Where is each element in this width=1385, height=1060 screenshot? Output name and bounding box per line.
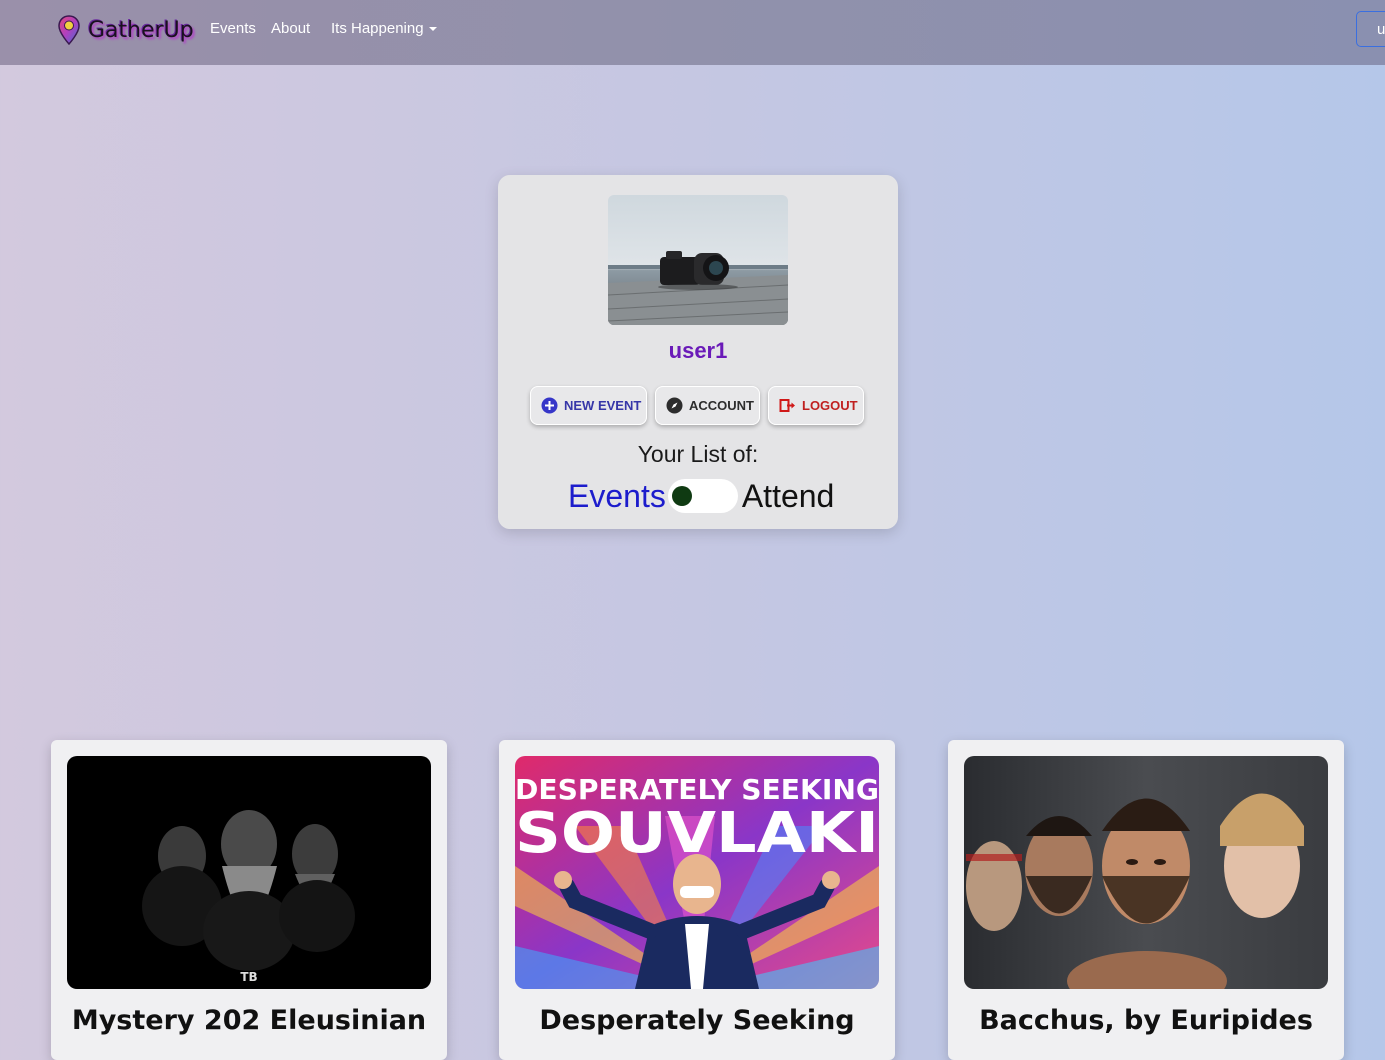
profile-card: user1 NEW EVENT ACCOUNT LOGOUT Your List… bbox=[498, 175, 898, 529]
event-image: TB bbox=[67, 756, 431, 989]
event-title: Mystery 202 Eleusinian bbox=[71, 1005, 427, 1036]
band-photo-image: TB bbox=[67, 756, 431, 989]
location-pin-icon bbox=[58, 15, 80, 45]
account-label: ACCOUNT bbox=[689, 398, 754, 413]
event-card[interactable]: TB Mystery 202 Eleusinian bbox=[51, 740, 447, 1060]
event-title: Desperately Seeking bbox=[539, 1005, 855, 1036]
profile-username: user1 bbox=[668, 338, 728, 363]
profile-photo bbox=[608, 195, 788, 325]
new-event-button[interactable]: NEW EVENT bbox=[530, 386, 647, 425]
account-button[interactable]: ACCOUNT bbox=[655, 386, 760, 425]
souvlaki-poster-image: DESPERATELY SEEKING SOUVLAKI bbox=[515, 756, 879, 989]
event-card[interactable]: DESPERATELY SEEKING SOUVLAKI Desperately… bbox=[499, 740, 895, 1060]
toggle-events-label: Events bbox=[568, 477, 666, 514]
navbar: GatherUp Events About Its Happening u bbox=[0, 0, 1385, 65]
nav-its-happening-label: Its Happening bbox=[331, 20, 424, 37]
list-toggle: Events Attend bbox=[568, 476, 834, 516]
event-image bbox=[964, 756, 1328, 989]
logout-label: LOGOUT bbox=[802, 398, 858, 413]
event-image: DESPERATELY SEEKING SOUVLAKI bbox=[515, 756, 879, 989]
logout-icon bbox=[779, 399, 795, 412]
nav-its-happening-dropdown[interactable]: Its Happening bbox=[331, 20, 437, 37]
chevron-down-icon bbox=[428, 27, 437, 32]
brand-logo[interactable]: GatherUp bbox=[58, 12, 194, 48]
camera-photo-image bbox=[608, 195, 788, 325]
logout-button[interactable]: LOGOUT bbox=[768, 386, 864, 425]
new-event-label: NEW EVENT bbox=[564, 398, 642, 413]
svg-text:TB: TB bbox=[240, 970, 257, 984]
toggle-attend-label: Attend bbox=[741, 477, 835, 514]
events-attend-toggle-switch[interactable] bbox=[667, 479, 738, 513]
nav-about-link[interactable]: About bbox=[271, 20, 310, 37]
nav-events-link[interactable]: Events bbox=[210, 20, 256, 37]
bacchus-cast-photo-image bbox=[964, 756, 1328, 989]
plus-circle-icon bbox=[541, 397, 558, 414]
compass-icon bbox=[666, 397, 683, 414]
user-menu-button[interactable]: u bbox=[1356, 11, 1385, 47]
event-card[interactable]: Bacchus, by Euripides bbox=[948, 740, 1344, 1060]
list-label: Your List of: bbox=[637, 441, 759, 467]
toggle-knob bbox=[671, 486, 692, 506]
event-title: Bacchus, by Euripides bbox=[979, 1005, 1313, 1036]
brand-name: GatherUp bbox=[88, 17, 194, 43]
